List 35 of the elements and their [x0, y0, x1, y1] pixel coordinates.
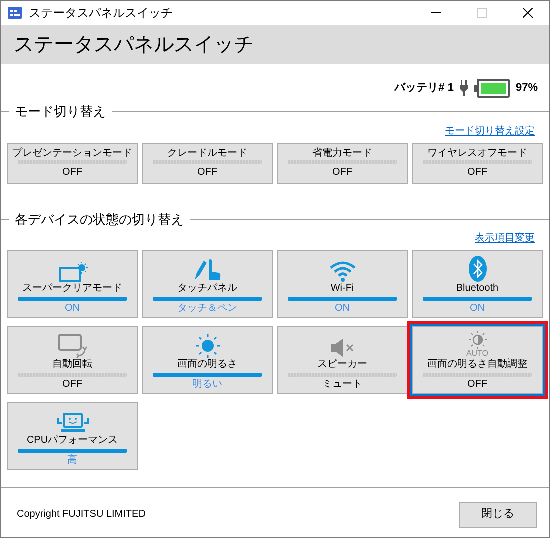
- device-tile[interactable]: スーパークリアモード ON: [7, 250, 138, 318]
- device-tile[interactable]: 画面の明るさ 明るい: [142, 326, 273, 394]
- window-title: ステータスパネルスイッチ: [29, 5, 173, 22]
- section-title: モード切り替え: [14, 103, 107, 121]
- muted-speaker-icon: [330, 338, 356, 358]
- device-tile[interactable]: 自動回転 OFF: [7, 326, 138, 394]
- close-button[interactable]: 閉じる: [459, 502, 537, 528]
- app-icon: [8, 7, 22, 19]
- battery-label: バッテリ# 1: [394, 80, 454, 96]
- settings-link[interactable]: モード切り替え設定: [445, 124, 535, 138]
- section-title: 各デバイスの状態の切り替え: [14, 210, 185, 228]
- monitor-sun-icon: [58, 262, 88, 282]
- mode-tile[interactable]: ワイヤレスオフモード OFF: [412, 142, 543, 184]
- device-tile[interactable]: Bluetooth ON: [412, 250, 543, 318]
- device-tile[interactable]: タッチパネル タッチ＆ペン: [142, 250, 273, 318]
- copyright-text: Copyright FUJITSU LIMITED: [17, 508, 146, 522]
- pen-hand-icon: [192, 258, 222, 282]
- battery-icon: [474, 78, 510, 98]
- half-sun-icon: [466, 331, 488, 349]
- mode-tile[interactable]: クレードルモード OFF: [142, 142, 273, 184]
- header-title: ステータスパネルスイッチ: [14, 32, 254, 58]
- mode-tile[interactable]: プレゼンテーションモード OFF: [7, 142, 138, 184]
- auto-caption: AUTO: [466, 349, 489, 358]
- bluetooth-icon: [468, 256, 486, 282]
- wifi-icon: [328, 260, 356, 282]
- sun-icon: [196, 334, 220, 358]
- mode-tile[interactable]: 省電力モード OFF: [277, 142, 408, 184]
- battery-percent: 97%: [516, 80, 538, 96]
- device-tile[interactable]: Wi-Fi ON: [277, 250, 408, 318]
- close-icon[interactable]: [523, 8, 533, 18]
- laptop-face-icon: [56, 412, 88, 434]
- settings-link[interactable]: 表示項目変更: [475, 231, 535, 246]
- device-tile[interactable]: CPUパフォーマンス 高: [7, 402, 138, 470]
- device-tile[interactable]: スピーカー ミュート: [277, 326, 408, 394]
- rotate-screen-icon: [58, 334, 88, 358]
